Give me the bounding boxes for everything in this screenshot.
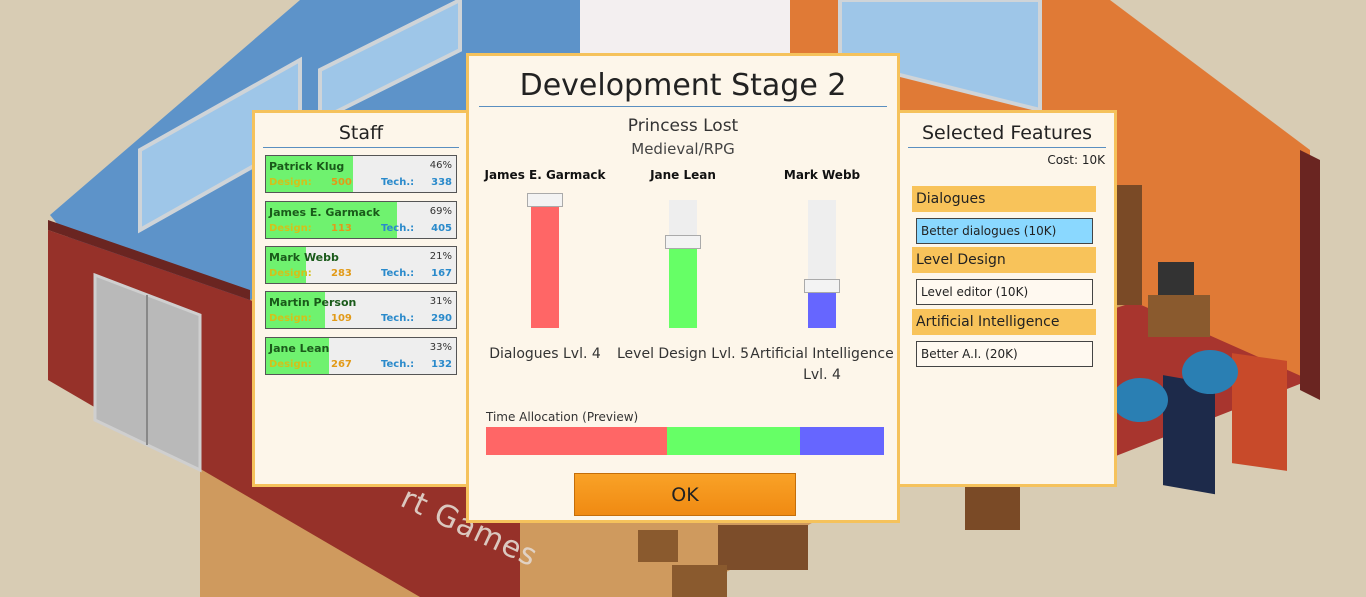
focus-slider-track[interactable]: [527, 193, 563, 328]
design-value: 109: [331, 313, 352, 324]
design-value: 113: [331, 223, 352, 234]
staff-progress-percent: 46%: [429, 160, 452, 171]
tech-label: Tech.:: [381, 177, 415, 188]
focus-column: Jane Lean Level Design Lvl. 5: [613, 168, 753, 362]
feature-cost: Cost: 10K: [1047, 153, 1105, 167]
features-panel-title: Selected Features: [908, 122, 1106, 148]
design-label: Design:: [269, 313, 312, 324]
staff-name: James E. Garmack: [269, 206, 380, 219]
feature-item[interactable]: Better dialogues (10K): [916, 218, 1093, 244]
game-name: Princess Lost: [627, 116, 739, 136]
focus-column: James E. Garmack Dialogues Lvl. 4: [475, 168, 615, 362]
tech-value: 132: [431, 359, 452, 370]
focus-slider-fill: [531, 200, 559, 328]
staff-name: Jane Lean: [269, 342, 330, 355]
time-allocation-segment: [667, 427, 801, 455]
staff-progress-percent: 69%: [429, 206, 452, 217]
feature-category: Dialogues: [912, 186, 1096, 212]
time-allocation-segment: [800, 427, 884, 455]
design-label: Design:: [269, 268, 312, 279]
staff-name: Patrick Klug: [269, 160, 345, 173]
staff-card[interactable]: Mark Webb 21% Design: 283 Tech.: 167: [265, 246, 457, 284]
dialog-title: Development Stage 2: [519, 68, 847, 103]
ok-button[interactable]: OK: [574, 473, 796, 516]
tech-value: 405: [431, 223, 452, 234]
design-label: Design:: [269, 223, 312, 234]
staff-card[interactable]: Jane Lean 33% Design: 267 Tech.: 132: [265, 337, 457, 375]
tech-label: Tech.:: [381, 313, 415, 324]
design-label: Design:: [269, 177, 312, 188]
staff-card[interactable]: Patrick Klug 46% Design: 500 Tech.: 338: [265, 155, 457, 193]
focus-slider-fill: [669, 242, 697, 328]
focus-column: Mark Webb Artificial Intelligence Lvl. 4: [750, 168, 894, 383]
staff-card[interactable]: James E. Garmack 69% Design: 113 Tech.: 405: [265, 201, 457, 239]
focus-slider-track[interactable]: [665, 200, 701, 328]
focus-slider-track[interactable]: [804, 200, 840, 328]
time-allocation-label: Time Allocation (Preview): [486, 410, 639, 424]
feature-category: Artificial Intelligence: [912, 309, 1096, 335]
staff-card[interactable]: Martin Person 31% Design: 109 Tech.: 290: [265, 291, 457, 329]
design-value: 267: [331, 359, 352, 370]
design-value: 500: [331, 177, 352, 188]
feature-item[interactable]: Level editor (10K): [916, 279, 1093, 305]
time-allocation-bar: [486, 427, 884, 455]
time-allocation-segment: [486, 427, 668, 455]
feature-category: Level Design: [912, 247, 1096, 273]
staff-name: Martin Person: [269, 296, 357, 309]
game-genre: Medieval/RPG: [631, 140, 735, 158]
tech-label: Tech.:: [381, 359, 415, 370]
focus-area-label: Dialogues Lvl. 4: [489, 346, 601, 362]
tech-label: Tech.:: [381, 223, 415, 234]
assigned-staff-name: Jane Lean: [650, 168, 716, 182]
focus-area-label: Level Design Lvl. 5: [617, 346, 749, 362]
staff-progress-percent: 21%: [429, 251, 452, 262]
design-label: Design:: [269, 359, 312, 370]
staff-panel: Staff Patrick Klug 46% Design: 500 Tech.: 338…: [252, 110, 470, 487]
staff-panel-title: Staff: [263, 122, 459, 148]
focus-area-label: Artificial Intelligence Lvl. 4: [750, 346, 894, 383]
focus-slider-handle[interactable]: [804, 278, 840, 293]
tech-value: 338: [431, 177, 452, 188]
title-divider: [479, 106, 887, 107]
feature-item[interactable]: Better A.I. (20K): [916, 341, 1093, 367]
staff-progress-percent: 33%: [429, 342, 452, 353]
assigned-staff-name: Mark Webb: [783, 168, 861, 182]
staff-name: Mark Webb: [269, 251, 339, 264]
tech-value: 167: [431, 268, 452, 279]
development-stage-dialog: Development Stage 2 Princess Lost Mediev…: [466, 53, 900, 523]
assigned-staff-name: James E. Garmack: [484, 168, 606, 182]
tech-value: 290: [431, 313, 452, 324]
focus-slider-handle[interactable]: [665, 235, 701, 250]
selected-features-panel: Selected Features Cost: 10K Dialogues Bet…: [897, 110, 1117, 487]
tech-label: Tech.:: [381, 268, 415, 279]
focus-slider-handle[interactable]: [527, 193, 563, 207]
design-value: 283: [331, 268, 352, 279]
staff-progress-percent: 31%: [429, 296, 452, 307]
